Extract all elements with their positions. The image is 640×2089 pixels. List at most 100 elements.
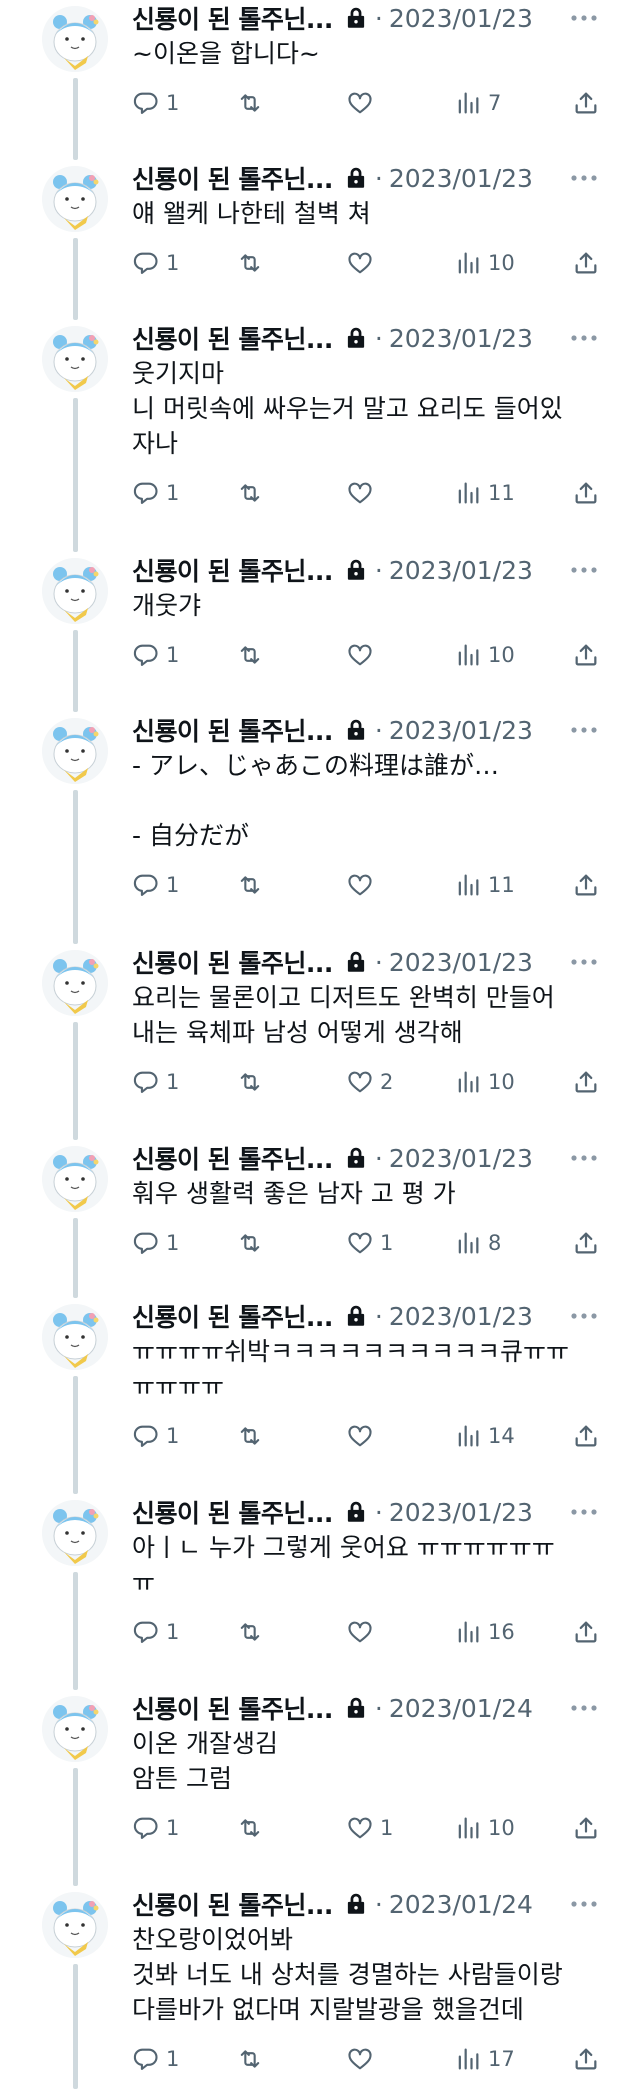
tweet[interactable]: 신룡이 된 톨주닌... · 2023/01/23 개웃갸 1 10 [0,552,640,712]
views-button[interactable]: 7 [454,87,501,119]
tweet-date[interactable]: 2023/01/24 [389,1694,533,1723]
tweet[interactable]: 신룡이 된 톨주닌... · 2023/01/23 아ㅣㄴ 누가 그렇게 웃어요… [0,1494,640,1690]
share-button[interactable] [572,639,600,671]
more-icon[interactable] [568,1696,600,1720]
tweet-date[interactable]: 2023/01/23 [389,1144,533,1173]
like-button[interactable] [346,1420,380,1452]
avatar[interactable] [42,950,108,1016]
views-button[interactable]: 11 [454,477,515,509]
retweet-button[interactable] [236,869,270,901]
share-button[interactable] [572,1616,600,1648]
author-name[interactable]: 신룡이 된 톨주닌... [132,1886,333,1922]
reply-button[interactable]: 1 [132,477,179,509]
tweet-date[interactable]: 2023/01/23 [389,1498,533,1527]
views-button[interactable]: 8 [454,1227,501,1259]
retweet-button[interactable] [236,477,270,509]
author-name[interactable]: 신룡이 된 톨주닌... [132,1494,333,1530]
tweet-date[interactable]: 2023/01/23 [389,948,533,977]
retweet-button[interactable] [236,639,270,671]
views-button[interactable]: 17 [454,2043,515,2075]
views-button[interactable]: 10 [454,1066,515,1098]
more-icon[interactable] [568,1892,600,1916]
retweet-button[interactable] [236,2043,270,2075]
share-button[interactable] [572,1812,600,1844]
reply-button[interactable]: 1 [132,2043,179,2075]
share-button[interactable] [572,2043,600,2075]
avatar[interactable] [42,718,108,784]
retweet-button[interactable] [236,1616,270,1648]
author-name[interactable]: 신룡이 된 톨주닌... [132,1140,333,1176]
tweet-date[interactable]: 2023/01/23 [389,556,533,585]
avatar[interactable] [42,1304,108,1370]
like-button[interactable] [346,247,380,279]
more-icon[interactable] [568,326,600,350]
views-button[interactable]: 16 [454,1616,515,1648]
avatar[interactable] [42,558,108,624]
reply-button[interactable]: 1 [132,1227,179,1259]
tweet-date[interactable]: 2023/01/24 [389,1890,533,1919]
reply-button[interactable]: 1 [132,87,179,119]
avatar[interactable] [42,1892,108,1958]
more-icon[interactable] [568,558,600,582]
more-icon[interactable] [568,166,600,190]
tweet[interactable]: 신룡이 된 톨주닌... · 2023/01/24 찬오랑이었어봐 것봐 너도 … [0,1886,640,2089]
author-name[interactable]: 신룡이 된 톨주닌... [132,944,333,980]
avatar[interactable] [42,1146,108,1212]
share-button[interactable] [572,869,600,901]
more-icon[interactable] [568,6,600,30]
tweet-date[interactable]: 2023/01/23 [389,716,533,745]
tweet[interactable]: 신룡이 된 톨주닌... · 2023/01/23 웃기지마 니 머릿속에 싸우… [0,320,640,552]
views-button[interactable]: 10 [454,1812,515,1844]
author-name[interactable]: 신룡이 된 톨주닌... [132,160,333,196]
more-icon[interactable] [568,950,600,974]
retweet-button[interactable] [236,1420,270,1452]
share-button[interactable] [572,87,600,119]
avatar[interactable] [42,1500,108,1566]
tweet[interactable]: 신룡이 된 톨주닌... · 2023/01/23 ~이온을 합니다~ 1 7 [0,0,640,160]
author-name[interactable]: 신룡이 된 톨주닌... [132,1690,333,1726]
more-icon[interactable] [568,1304,600,1328]
reply-button[interactable]: 1 [132,1812,179,1844]
views-button[interactable]: 10 [454,639,515,671]
tweet-date[interactable]: 2023/01/23 [389,164,533,193]
reply-button[interactable]: 1 [132,1616,179,1648]
tweet[interactable]: 신룡이 된 톨주닌... · 2023/01/23 요리는 물론이고 디저트도 … [0,944,640,1140]
more-icon[interactable] [568,718,600,742]
like-button[interactable] [346,2043,380,2075]
share-button[interactable] [572,247,600,279]
reply-button[interactable]: 1 [132,869,179,901]
retweet-button[interactable] [236,87,270,119]
author-name[interactable]: 신룡이 된 톨주닌... [132,1298,333,1334]
tweet[interactable]: 신룡이 된 톨주닌... · 2023/01/23 - アレ、じゃあこの料理は誰… [0,712,640,944]
like-button[interactable]: 1 [346,1227,393,1259]
views-button[interactable]: 11 [454,869,515,901]
like-button[interactable] [346,477,380,509]
retweet-button[interactable] [236,247,270,279]
like-button[interactable] [346,639,380,671]
retweet-button[interactable] [236,1066,270,1098]
avatar[interactable] [42,166,108,232]
more-icon[interactable] [568,1146,600,1170]
more-icon[interactable] [568,1500,600,1524]
share-button[interactable] [572,1420,600,1452]
author-name[interactable]: 신룡이 된 톨주닌... [132,0,333,36]
like-button[interactable]: 2 [346,1066,393,1098]
share-button[interactable] [572,1066,600,1098]
share-button[interactable] [572,1227,600,1259]
avatar[interactable] [42,6,108,72]
reply-button[interactable]: 1 [132,1420,179,1452]
author-name[interactable]: 신룡이 된 톨주닌... [132,552,333,588]
tweet-date[interactable]: 2023/01/23 [389,4,533,33]
tweet[interactable]: 신룡이 된 톨주닌... · 2023/01/24 이온 개잘생김 암튼 그럼 … [0,1690,640,1886]
author-name[interactable]: 신룡이 된 톨주닌... [132,712,333,748]
retweet-button[interactable] [236,1812,270,1844]
share-button[interactable] [572,477,600,509]
like-button[interactable] [346,1616,380,1648]
views-button[interactable]: 14 [454,1420,515,1452]
reply-button[interactable]: 1 [132,1066,179,1098]
tweet[interactable]: 신룡이 된 톨주닌... · 2023/01/23 훠우 생활력 좋은 남자 고… [0,1140,640,1298]
views-button[interactable]: 10 [454,247,515,279]
tweet-date[interactable]: 2023/01/23 [389,324,533,353]
like-button[interactable]: 1 [346,1812,393,1844]
reply-button[interactable]: 1 [132,247,179,279]
